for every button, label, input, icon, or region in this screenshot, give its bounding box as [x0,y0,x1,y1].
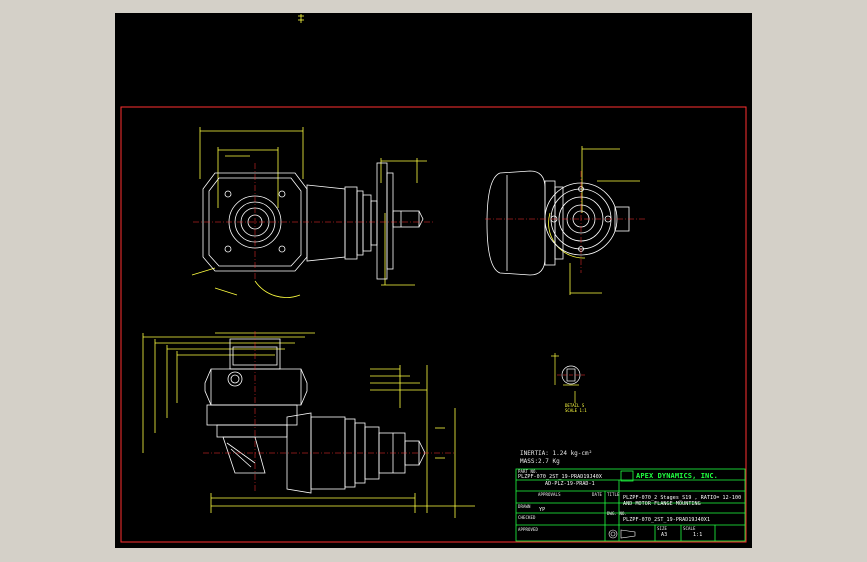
drawn-value: YP [539,507,546,513]
cad-drawing-viewport[interactable]: INERTIA: 1.24 kg-cm² MASS:2.7 Kg DETAIL … [115,13,752,548]
dwg-no-label: DWG. NO. [607,511,628,516]
top-left-view [191,127,433,298]
company-name: APEX DYNAMICS, INC. [636,472,718,480]
size-value: A3 [661,532,668,538]
part-no-line2: AD-PLZ-19-PRAD-1 [545,481,595,487]
bottom-left-view [142,331,475,518]
mass-note: MASS:2.7 Kg [520,458,560,465]
projection-symbol [608,529,636,539]
detail-scale-label: SCALE 1:1 [565,408,587,413]
checked-label: CHECKED [518,515,536,520]
dwg-no-value: PLZPF-070_2ST_19-PRAD19J40X1 [623,517,711,523]
origin-marker [298,14,304,23]
date-label: DATE [592,492,603,497]
drawing-sheet [120,14,747,543]
size-label: SIZE [657,526,668,531]
approvals-label: APPROVALS [538,492,561,497]
approved-label: APPROVED [518,527,539,532]
inertia-note: INERTIA: 1.24 kg-cm² [520,450,593,457]
title-line2: AND MOTOR FLANGE MOUNTING [623,501,701,507]
top-right-view [485,146,645,295]
drawn-label: DRAWN [518,504,531,509]
scale-label: SCALE [683,526,696,531]
detail-s [551,353,585,403]
title-label: TITLE [607,492,620,497]
scale-value: 1:1 [693,532,703,538]
part-no-line1: PLZPF-070_2ST_19-PRAD19J40X [518,474,602,480]
